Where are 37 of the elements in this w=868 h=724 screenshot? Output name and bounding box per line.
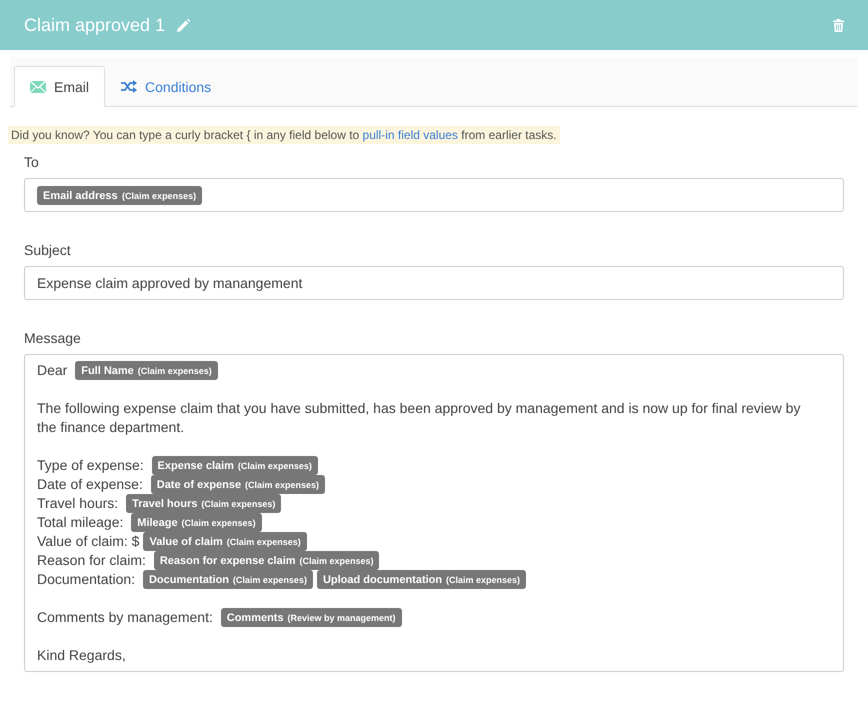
- field-tag[interactable]: Upload documentation (Claim expenses): [316, 570, 526, 589]
- field-tag[interactable]: Expense claim (Claim expenses): [152, 456, 318, 475]
- message-field[interactable]: [24, 354, 844, 672]
- message-text: Reason for claim:: [37, 551, 147, 570]
- field-tag[interactable]: Value of claim (Claim expenses): [143, 532, 307, 551]
- field-tag[interactable]: Documentation (Claim expenses): [142, 570, 313, 589]
- field-values-link[interactable]: pull-in field values: [362, 128, 458, 142]
- shuffle-icon: [121, 80, 138, 93]
- field-tag[interactable]: Date of expense (Claim expenses): [150, 475, 326, 494]
- message-text: Total mileage:: [37, 513, 124, 532]
- field-tag[interactable]: Travel hours (Claim expenses): [126, 494, 282, 513]
- message-text: Travel hours:: [37, 494, 120, 513]
- page-title: Claim approved 1: [24, 14, 166, 36]
- input-field[interactable]: Email address (Claim expenses): [24, 178, 844, 212]
- field-tag[interactable]: Full Name (Claim expenses): [75, 361, 218, 380]
- field-tag[interactable]: Reason for expense claim (Claim expenses): [154, 551, 380, 570]
- field-tag[interactable]: Email address (Claim expenses): [37, 186, 202, 204]
- input-field[interactable]: Expense claim approved by manangement: [24, 266, 844, 300]
- field-tag[interactable]: Comments (Review by management): [220, 608, 402, 627]
- message-text: Dear: [37, 361, 68, 380]
- tab[interactable]: Email: [14, 66, 106, 107]
- field-label: Message: [24, 330, 82, 346]
- message-text: Comments by management:: [37, 608, 214, 627]
- field-tag[interactable]: Mileage (Claim expenses): [131, 513, 262, 532]
- message-text: Documentation:: [37, 570, 136, 589]
- message-text: Value of claim: $: [37, 532, 140, 551]
- tab[interactable]: Conditions: [105, 66, 228, 107]
- message-text: Date of expense:: [37, 475, 144, 494]
- field-label: To: [24, 154, 40, 170]
- field-label: Subject: [24, 242, 72, 258]
- envelope-icon: [30, 80, 46, 92]
- message-text: The following expense claim that you have submitted, has been approved by management and is now up for final review by the finance department.: [37, 399, 802, 437]
- message-text: Type of expense:: [37, 456, 145, 475]
- pencil-icon[interactable]: [177, 18, 190, 32]
- tip-text: Did you know? You can type a curly bracket { in any field below to pull-in field values from earlier tasks.: [8, 126, 560, 144]
- message-text: Kind Regards,: [37, 646, 126, 665]
- trash-icon[interactable]: [833, 18, 844, 32]
